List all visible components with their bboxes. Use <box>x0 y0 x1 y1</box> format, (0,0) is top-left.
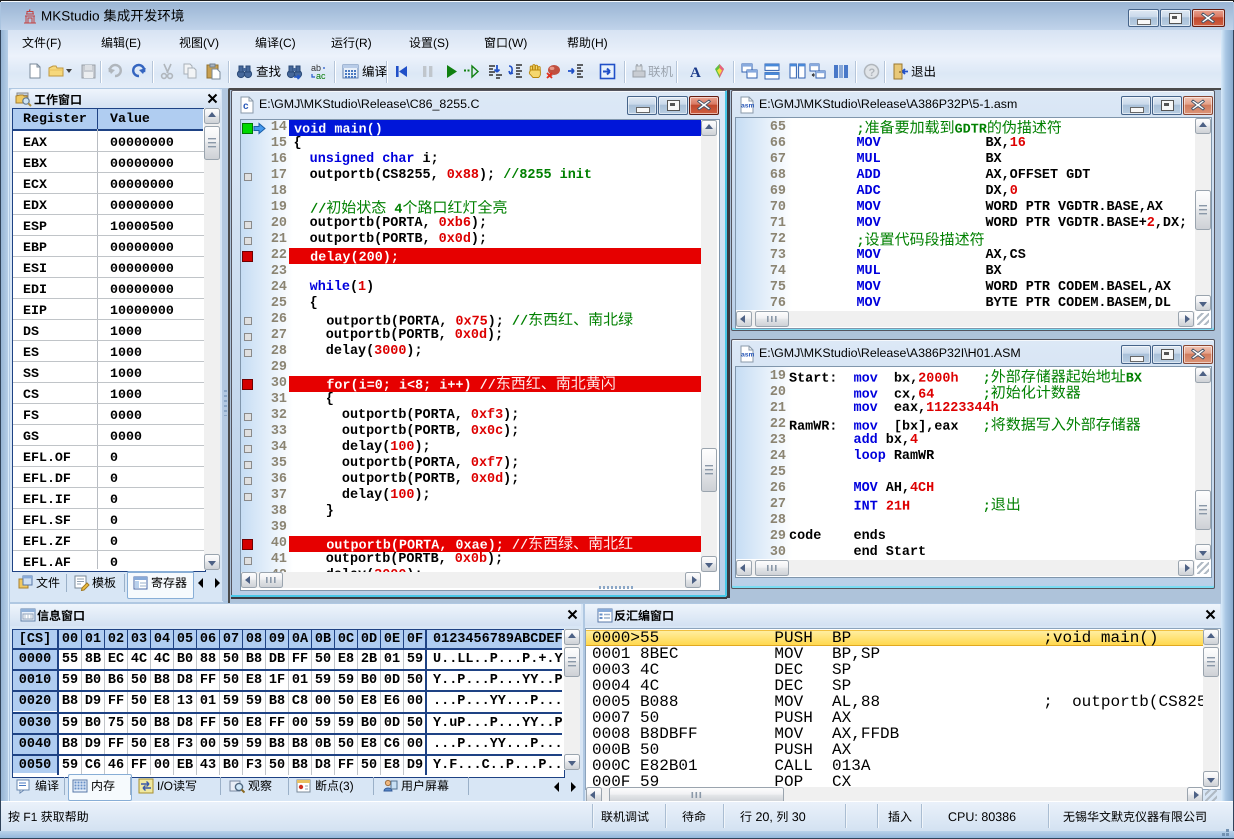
svg-text:asm: asm <box>741 103 754 110</box>
svg-text:c: c <box>243 101 249 112</box>
svg-text:ac: ac <box>316 71 326 80</box>
svg-text:?: ? <box>869 67 876 79</box>
svg-text:asm: asm <box>741 352 754 359</box>
svg-text:A: A <box>690 65 701 80</box>
